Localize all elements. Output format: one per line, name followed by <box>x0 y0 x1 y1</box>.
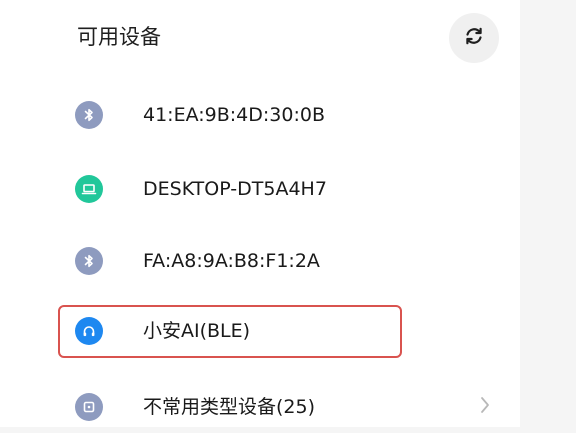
section-title: 可用设备 <box>77 25 161 49</box>
device-item[interactable]: DESKTOP-DT5A4H7 <box>58 163 402 215</box>
refresh-icon <box>463 25 485 51</box>
side-background <box>520 0 576 427</box>
device-name: FA:A8:9A:B8:F1:2A <box>143 250 320 272</box>
device-item[interactable]: FA:A8:9A:B8:F1:2A <box>58 235 402 287</box>
chevron-right-icon <box>479 395 491 419</box>
square-icon <box>75 393 103 421</box>
laptop-icon <box>75 175 103 203</box>
available-devices-panel: 可用设备 41:EA:9B:4D:30:0B DESKTOP-DT5A4H7 F… <box>0 0 520 427</box>
refresh-button[interactable] <box>449 13 499 63</box>
bluetooth-icon <box>75 101 103 129</box>
device-name: 不常用类型设备(25) <box>143 396 316 418</box>
device-name: DESKTOP-DT5A4H7 <box>143 178 327 200</box>
headphones-icon <box>75 317 103 345</box>
device-item[interactable]: 41:EA:9B:4D:30:0B <box>58 89 402 141</box>
device-item-highlighted[interactable]: 小安AI(BLE) <box>58 305 402 358</box>
device-name: 41:EA:9B:4D:30:0B <box>143 104 325 126</box>
device-name: 小安AI(BLE) <box>143 320 251 342</box>
bluetooth-icon <box>75 247 103 275</box>
uncommon-devices-item[interactable]: 不常用类型设备(25) <box>58 381 498 433</box>
